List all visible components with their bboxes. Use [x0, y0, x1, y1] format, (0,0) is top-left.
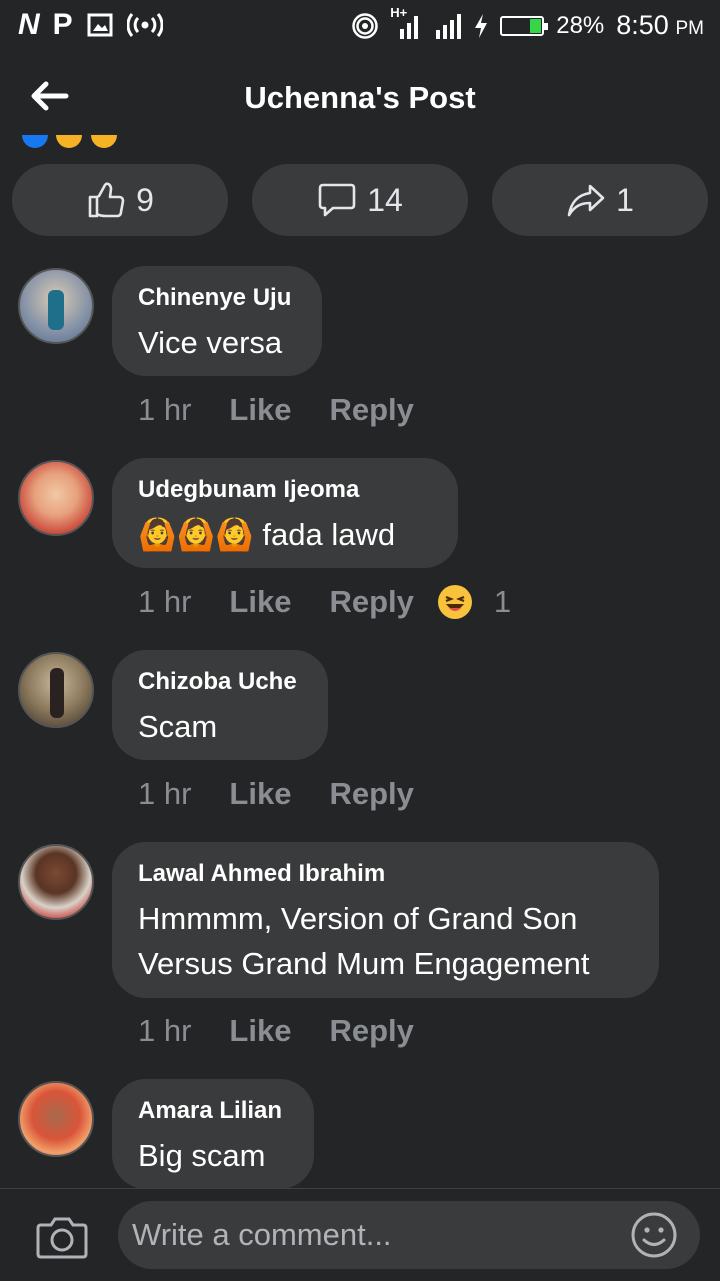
comment-bubble[interactable]: Chizoba Uche Scam: [112, 650, 328, 760]
comment-count: 14: [367, 181, 403, 218]
haha-reaction-icon: [437, 585, 472, 619]
comment-bubble[interactable]: Lawal Ahmed Ibrahim Hmmmm, Version of Gr…: [112, 842, 659, 998]
comment-author[interactable]: Udegbunam Ijeoma: [138, 476, 432, 504]
share-arrow-icon: [567, 184, 605, 217]
comment-author[interactable]: Chinenye Uju: [138, 284, 296, 312]
avatar[interactable]: [18, 460, 94, 536]
comment-meta: 1 hr Like Reply: [138, 1013, 414, 1049]
comment-meta: 1 hr Like Reply: [138, 776, 414, 812]
reaction-count: 1: [493, 584, 512, 619]
signal-icon: [436, 13, 462, 39]
page-title: Uchenna's Post: [244, 80, 476, 115]
avatar[interactable]: [18, 268, 94, 344]
comment-bubble[interactable]: Chinenye Uju Vice versa: [112, 266, 322, 376]
comment-text: Scam: [138, 709, 218, 744]
comment-text: 🙆🙆🙆 fada lawd: [138, 517, 396, 552]
comment-bubble-icon: [318, 183, 356, 217]
comment-reply-button[interactable]: Reply: [329, 1013, 413, 1049]
emoji-icon[interactable]: [630, 1211, 678, 1259]
comment-meta: 1 hr Like Reply 1: [138, 584, 511, 620]
app-p-icon: P: [52, 8, 73, 41]
share-button[interactable]: 1: [492, 164, 708, 236]
app-n-icon: N: [18, 8, 40, 41]
reaction-summary[interactable]: [22, 135, 121, 149]
hotspot-icon: [126, 13, 163, 37]
emoji-sequence: 🙆🙆🙆: [138, 517, 254, 552]
comment-time: 1 hr: [138, 392, 192, 427]
image-icon: [87, 13, 113, 37]
comment-input[interactable]: Write a comment...: [118, 1201, 700, 1269]
haha-reaction-icon: [56, 135, 83, 148]
comment-reply-button[interactable]: Reply: [329, 584, 413, 620]
comment-time: 1 hr: [138, 1013, 192, 1048]
comment-text: Hmmmm, Version of Grand Son Versus Grand…: [138, 901, 590, 981]
like-reaction-icon: [22, 135, 48, 148]
avatar[interactable]: [18, 844, 94, 920]
comment-text: Big scam: [138, 1138, 266, 1173]
comment-time: 1 hr: [138, 776, 192, 811]
comment-like-button[interactable]: Like: [229, 776, 291, 812]
charging-icon: [475, 13, 488, 38]
status-bar: N P H+ 28% 8:50 PM: [0, 0, 720, 50]
camera-icon[interactable]: [36, 1215, 88, 1259]
avatar[interactable]: [18, 1081, 94, 1157]
comment-author[interactable]: Amara Lilian: [138, 1097, 288, 1125]
comment-like-button[interactable]: Like: [229, 1013, 291, 1049]
comment-reactions[interactable]: 1: [437, 584, 512, 620]
like-button[interactable]: 9: [12, 164, 228, 236]
wow-reaction-icon: [90, 135, 117, 148]
comment-button[interactable]: 14: [252, 164, 468, 236]
comment-time: 1 hr: [138, 584, 192, 619]
comment-reply-button[interactable]: Reply: [329, 776, 413, 812]
like-count: 9: [136, 181, 154, 218]
avatar[interactable]: [18, 652, 94, 728]
wifi-tether-icon: [352, 12, 378, 39]
comment-like-button[interactable]: Like: [229, 392, 291, 428]
comment-bubble[interactable]: Udegbunam Ijeoma 🙆🙆🙆 fada lawd: [112, 458, 458, 568]
comment-text: Vice versa: [138, 325, 283, 360]
comment-placeholder: Write a comment...: [132, 1217, 392, 1252]
comment-meta: 1 hr Like Reply: [138, 392, 414, 428]
thumbs-up-icon: [88, 182, 125, 218]
mobile-signal-icon: H+: [390, 5, 422, 41]
comment-author[interactable]: Chizoba Uche: [138, 668, 302, 696]
comment-like-button[interactable]: Like: [229, 584, 291, 620]
top-bar: Uchenna's Post: [0, 50, 720, 145]
comment-bubble[interactable]: Amara Lilian Big scam: [112, 1079, 314, 1189]
comment-author[interactable]: Lawal Ahmed Ibrahim: [138, 860, 633, 888]
clock: 8:50 PM: [616, 10, 704, 40]
battery-icon: [500, 15, 549, 36]
post-actions: 9 14 1: [12, 164, 708, 236]
comment-composer: Write a comment...: [0, 1188, 720, 1281]
comment-reply-button[interactable]: Reply: [329, 392, 413, 428]
share-count: 1: [616, 181, 634, 218]
battery-percent: 28%: [556, 11, 605, 39]
